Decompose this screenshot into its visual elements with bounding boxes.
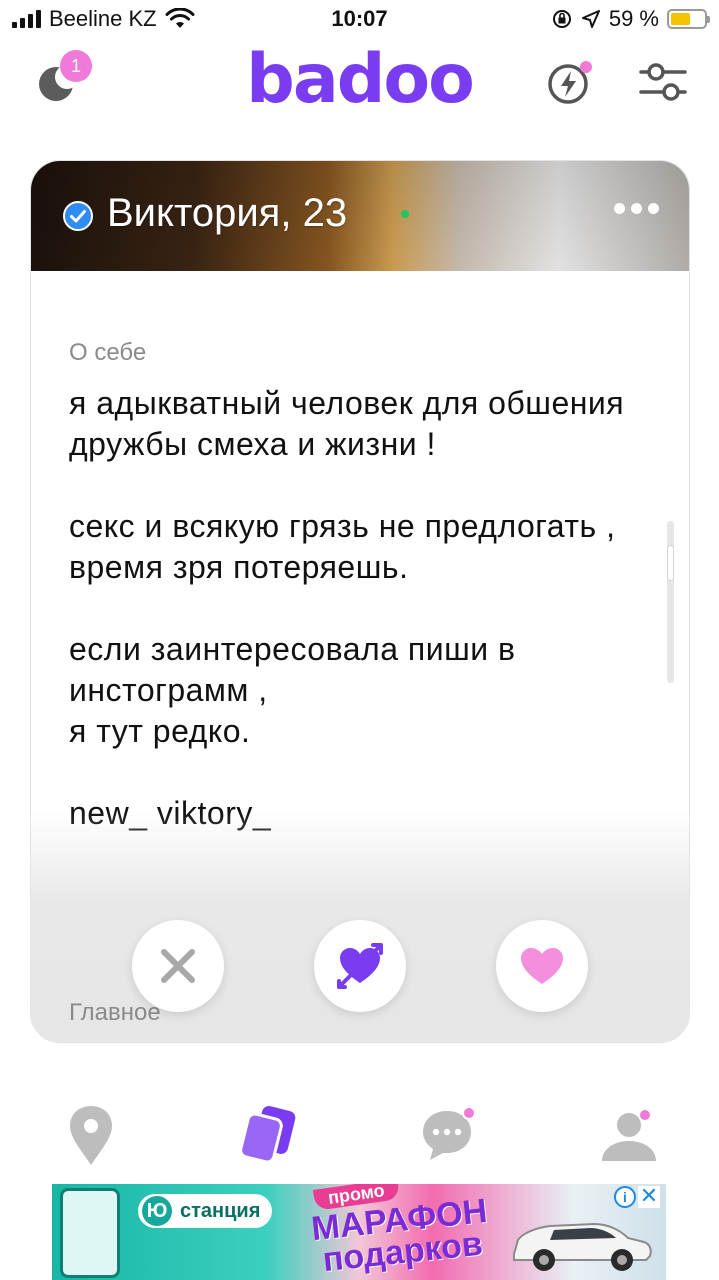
about-text: я адыкватный человек для обшения дружбы … <box>69 385 625 831</box>
profile-card[interactable]: Виктория, 23 О себе я адыкватный человек… <box>30 160 690 1043</box>
dot <box>648 203 659 214</box>
sliders-icon <box>639 63 687 101</box>
nav-people-nearby[interactable] <box>56 1100 126 1170</box>
lightning-icon <box>548 61 592 104</box>
status-bar: Beeline KZ 10:07 59 % <box>0 0 719 40</box>
heart-arrow-icon <box>337 943 383 989</box>
location-pin-icon <box>70 1106 112 1165</box>
dot <box>614 203 625 214</box>
like-button[interactable] <box>496 920 588 1012</box>
ad-info-icon[interactable]: i <box>614 1186 636 1208</box>
battery-percent: 59 % <box>608 6 659 31</box>
about-heading: О себе <box>69 339 147 366</box>
ad-brand-logo-icon: Ю <box>142 1196 172 1226</box>
profile-name-age: Виктория, 23 <box>107 191 348 235</box>
battery-level <box>671 13 690 25</box>
heart-icon <box>521 948 563 984</box>
ad-banner[interactable]: Ю станция промо МАРАФОН подарков i ✕ <box>52 1184 666 1280</box>
app-header: 1 badoo <box>0 40 719 130</box>
pass-button[interactable] <box>132 920 224 1012</box>
main-section-heading: Главное <box>69 999 161 1026</box>
verified-check-icon <box>63 201 93 231</box>
car-image <box>513 1222 652 1271</box>
battery-icon <box>667 9 710 29</box>
orientation-lock-icon <box>552 10 571 28</box>
crush-button[interactable] <box>314 920 406 1012</box>
ad-brand-name: станция <box>180 1199 261 1222</box>
ad-phone-image <box>60 1188 120 1278</box>
nav-my-profile[interactable] <box>594 1100 664 1170</box>
more-options-button[interactable] <box>614 203 659 214</box>
nav-encounters[interactable] <box>234 1100 304 1170</box>
cards-icon <box>239 1106 296 1164</box>
online-status-dot <box>401 210 409 218</box>
bottom-navigation <box>0 1100 719 1175</box>
scroll-thumb[interactable] <box>667 545 674 581</box>
nav-chats[interactable] <box>414 1100 484 1170</box>
dot <box>631 203 642 214</box>
boost-button[interactable] <box>546 58 594 106</box>
app-logo: badoo <box>246 40 475 119</box>
ad-brand: Ю станция <box>138 1194 273 1228</box>
status-right: 59 % <box>551 6 710 32</box>
close-icon <box>161 949 195 983</box>
filter-button[interactable] <box>638 60 688 104</box>
profile-icon <box>602 1108 656 1161</box>
card-scrollbar[interactable] <box>667 521 674 683</box>
ad-close-icon[interactable]: ✕ <box>638 1185 660 1208</box>
chat-icon <box>423 1106 476 1160</box>
location-arrow-icon <box>581 10 600 28</box>
